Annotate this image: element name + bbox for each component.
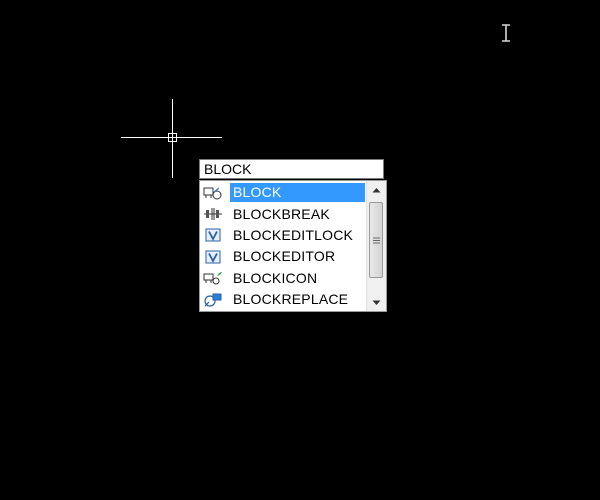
autocomplete-item-label: BLOCK [230, 183, 365, 203]
block-replace-icon [202, 292, 224, 308]
drawing-canvas[interactable]: BLOCK BLOCKBREAK [0, 0, 600, 500]
autocomplete-list[interactable]: BLOCK BLOCKBREAK BLOCKEDITLOCK BLOCKEDIT… [199, 180, 387, 312]
arrow-up-icon [372, 187, 381, 192]
text-cursor-icon [502, 24, 510, 42]
autocomplete-item-blockbreak[interactable]: BLOCKBREAK [200, 203, 365, 224]
autocomplete-item-blockreplace[interactable]: BLOCKREPLACE [200, 289, 365, 310]
grip-icon [372, 237, 380, 243]
autocomplete-item-blockicon[interactable]: BLOCKICON [200, 268, 365, 289]
autocomplete-item-blockeditlock[interactable]: BLOCKEDITLOCK [200, 225, 365, 246]
autocomplete-item-label: BLOCKBREAK [233, 205, 330, 222]
scroll-up-button[interactable] [367, 181, 386, 198]
scroll-down-button[interactable] [367, 294, 386, 311]
block-icon-icon [202, 270, 224, 286]
autocomplete-item-label: BLOCKICON [233, 269, 318, 286]
autocomplete-items: BLOCK BLOCKBREAK BLOCKEDITLOCK BLOCKEDIT… [200, 182, 365, 310]
scroll-thumb[interactable] [369, 202, 383, 278]
block-editor-icon [202, 249, 224, 265]
command-input[interactable] [199, 159, 384, 179]
block-edit-lock-icon [202, 227, 224, 243]
vertical-scrollbar[interactable] [366, 181, 386, 311]
arrow-down-icon [372, 300, 381, 305]
autocomplete-item-label: BLOCKEDITOR [233, 248, 336, 265]
autocomplete-item-label: BLOCKEDITLOCK [233, 226, 354, 243]
autocomplete-item-blockeditor[interactable]: BLOCKEDITOR [200, 246, 365, 267]
autocomplete-item-label: BLOCKREPLACE [233, 291, 349, 308]
autocomplete-item-block[interactable]: BLOCK [200, 182, 365, 203]
block-create-icon [202, 185, 224, 201]
block-break-icon [202, 206, 224, 222]
